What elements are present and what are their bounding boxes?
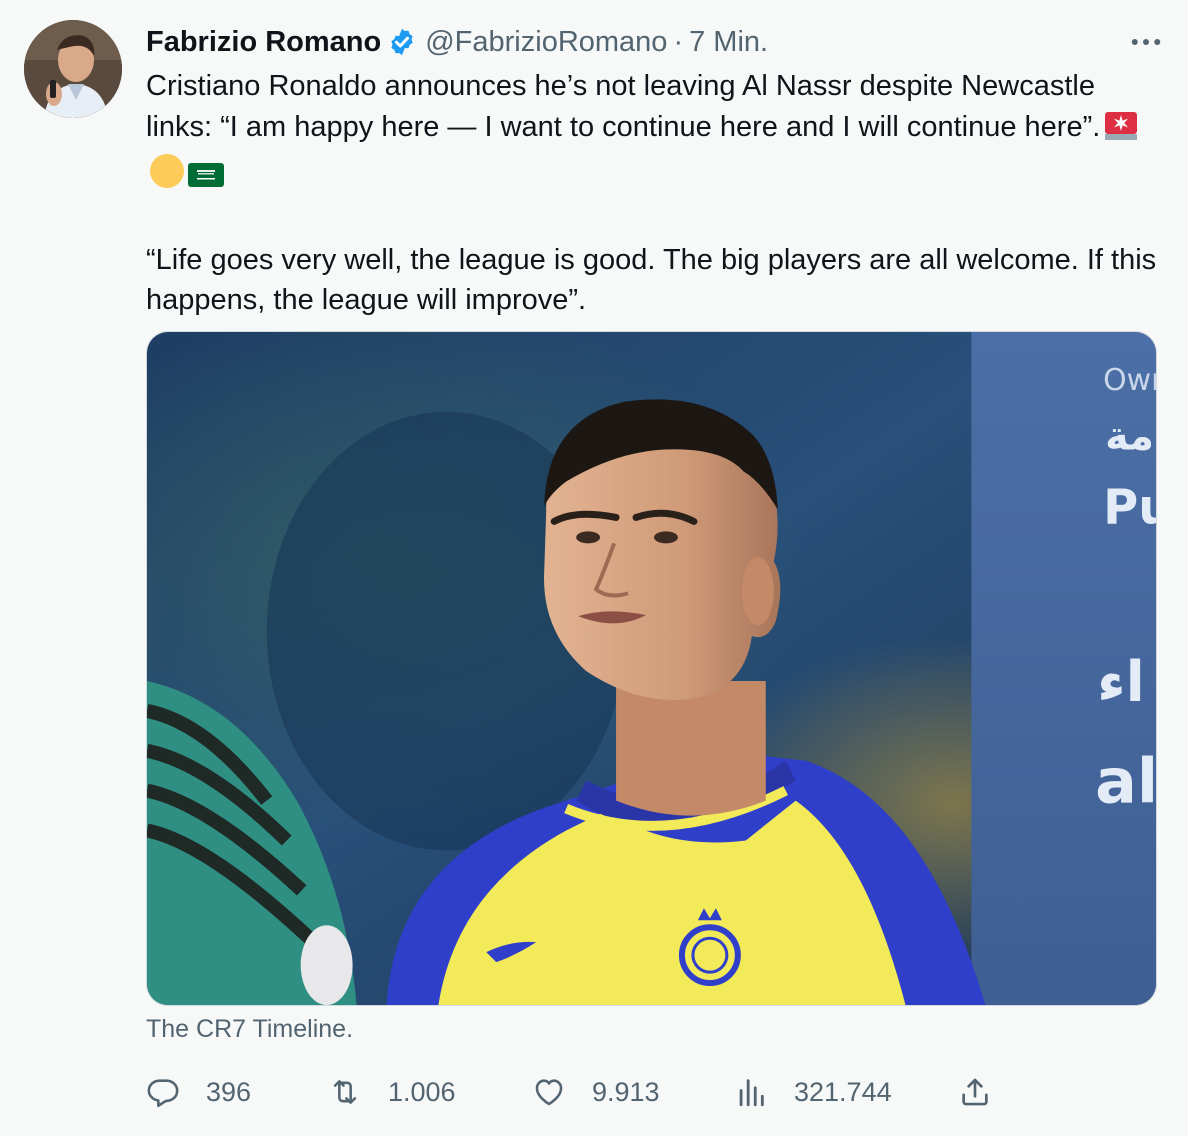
- police-light-emoji: [1103, 106, 1139, 153]
- tweet-text: Cristiano Ronaldo announces he’s not lea…: [146, 66, 1166, 320]
- tweet-paragraph-2: “Life goes very well, the league is good…: [146, 244, 1157, 316]
- saudi-flag-emoji: [188, 160, 224, 200]
- display-name[interactable]: Fabrizio Romano: [146, 26, 381, 59]
- more-options-icon[interactable]: [1128, 26, 1164, 58]
- retweet-icon: [333, 1080, 357, 1104]
- heart-icon: [535, 1079, 563, 1106]
- retweet-count: 1.006: [388, 1076, 456, 1107]
- views-button[interactable]: 321.744: [734, 1068, 892, 1116]
- reply-icon: [147, 1079, 179, 1108]
- banner-text-al: al: [1095, 746, 1156, 818]
- views-icon: [739, 1079, 764, 1107]
- share-icon: [962, 1078, 988, 1106]
- yellow-circle-emoji: [149, 153, 185, 200]
- tweet-actions: 396 1.006 9.913 321.744: [146, 1068, 1006, 1116]
- banner-text-arabic-2: اء: [1097, 650, 1145, 715]
- media-source-label[interactable]: The CR7 Timeline.: [146, 1015, 353, 1044]
- timestamp[interactable]: 7 Min.: [689, 26, 768, 59]
- banner-text-arabic-1: مة: [1105, 414, 1154, 460]
- banner-text-pu: Pu: [1103, 480, 1156, 535]
- retweet-button[interactable]: 1.006: [328, 1068, 456, 1116]
- views-count: 321.744: [794, 1076, 892, 1107]
- cristiano-ronaldo-photo: Own مة Pu اء al: [147, 332, 1156, 1005]
- tweet-header: Fabrizio Romano @FabrizioRomano · 7 Min.: [146, 22, 1164, 62]
- reply-button[interactable]: 396: [146, 1068, 251, 1116]
- separator-dot: ·: [673, 25, 684, 58]
- tweet-paragraph-1-text: Cristiano Ronaldo announces he’s not lea…: [146, 70, 1101, 143]
- share-button[interactable]: [958, 1068, 992, 1116]
- avatar-photo: [24, 20, 122, 118]
- tweet[interactable]: Fabrizio Romano @FabrizioRomano · 7 Min.…: [0, 0, 1188, 1136]
- reply-count: 396: [206, 1076, 252, 1107]
- like-count: 9.913: [592, 1076, 660, 1107]
- banner-text-own: Own: [1103, 363, 1156, 398]
- like-button[interactable]: 9.913: [532, 1068, 660, 1116]
- handle[interactable]: @FabrizioRomano: [425, 26, 667, 59]
- tweet-paragraph-1: Cristiano Ronaldo announces he’s not lea…: [146, 66, 1166, 200]
- avatar[interactable]: [24, 20, 122, 118]
- tweet-media[interactable]: Own مة Pu اء al: [146, 331, 1157, 1006]
- verified-badge-icon: [387, 27, 417, 57]
